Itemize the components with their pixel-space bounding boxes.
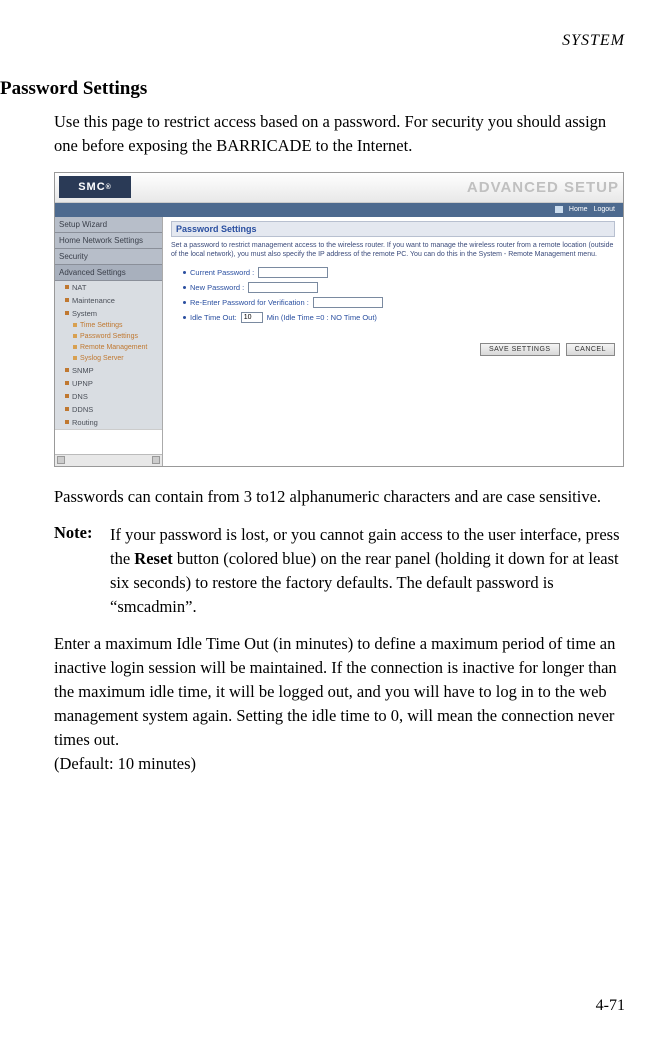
sidebar-item-security[interactable]: Security <box>55 249 162 265</box>
bullet-icon <box>65 394 69 398</box>
scroll-right-icon[interactable] <box>152 456 160 464</box>
ui-body: Setup Wizard Home Network Settings Secur… <box>55 217 623 466</box>
idle-timeout-label-post: Min (Idle Time =0 : NO Time Out) <box>267 313 377 322</box>
sidebar-sub2-password[interactable]: Password Settings <box>55 331 162 342</box>
scroll-left-icon[interactable] <box>57 456 65 464</box>
row-new-password: New Password : <box>183 282 615 293</box>
panel-description: Set a password to restrict management ac… <box>171 241 615 259</box>
sidebar: Setup Wizard Home Network Settings Secur… <box>55 217 163 466</box>
panel-title: Password Settings <box>171 221 615 237</box>
sidebar-sub-snmp[interactable]: SNMP <box>55 364 162 377</box>
home-link[interactable]: Home <box>569 206 588 213</box>
tri-icon <box>73 323 77 327</box>
note-block: Note: If your password is lost, or you c… <box>54 523 625 619</box>
bullet-icon <box>65 368 69 372</box>
sidebar-sub-ddns[interactable]: DDNS <box>55 403 162 416</box>
logo-text: SMC <box>78 181 105 193</box>
tri-icon <box>73 334 77 338</box>
bullet-icon <box>183 271 186 274</box>
password-rules-paragraph: Passwords can contain from 3 to12 alphan… <box>54 485 625 509</box>
bullet-icon <box>65 311 69 315</box>
new-password-input[interactable] <box>248 282 318 293</box>
section-title: Password Settings <box>0 78 625 100</box>
idle-timeout-label-pre: Idle Time Out: <box>190 313 237 322</box>
idle-timeout-input[interactable] <box>241 312 263 323</box>
row-verify-password: Re-Enter Password for Verification : <box>183 297 615 308</box>
sidebar-sub2-syslog[interactable]: Syslog Server <box>55 353 162 364</box>
bullet-icon <box>65 298 69 302</box>
tri-icon <box>73 356 77 360</box>
sidebar-item-home-network[interactable]: Home Network Settings <box>55 233 162 249</box>
current-password-label: Current Password : <box>190 268 254 277</box>
row-idle-timeout: Idle Time Out: Min (Idle Time =0 : NO Ti… <box>183 312 615 323</box>
sidebar-item-advanced[interactable]: Advanced Settings <box>55 265 162 281</box>
idle-timeout-default: (Default: 10 minutes) <box>54 754 196 773</box>
row-current-password: Current Password : <box>183 267 615 278</box>
bullet-icon <box>65 285 69 289</box>
sidebar-item-setup-wizard[interactable]: Setup Wizard <box>55 217 162 233</box>
sidebar-sub-nat[interactable]: NAT <box>55 281 162 294</box>
sidebar-sub-routing[interactable]: Routing <box>55 416 162 429</box>
idle-timeout-paragraph: Enter a maximum Idle Time Out (in minute… <box>54 632 625 776</box>
sidebar-sub-maintenance[interactable]: Maintenance <box>55 294 162 307</box>
running-header: SYSTEM <box>0 32 625 50</box>
button-row: SAVE SETTINGS CANCEL <box>171 343 615 356</box>
sidebar-sub-dns[interactable]: DNS <box>55 390 162 403</box>
cancel-button[interactable]: CANCEL <box>566 343 615 356</box>
idle-timeout-text: Enter a maximum Idle Time Out (in minute… <box>54 634 617 749</box>
content-panel: Password Settings Set a password to rest… <box>163 217 623 466</box>
sidebar-sub2-time[interactable]: Time Settings <box>55 320 162 331</box>
advanced-setup-label: ADVANCED SETUP <box>467 179 619 196</box>
current-password-input[interactable] <box>258 267 328 278</box>
intro-paragraph: Use this page to restrict access based o… <box>54 110 625 158</box>
note-label: Note: <box>54 523 110 619</box>
sidebar-spacer <box>55 429 162 454</box>
save-settings-button[interactable]: SAVE SETTINGS <box>480 343 560 356</box>
top-nav-bar: Home Logout <box>55 203 623 217</box>
verify-password-input[interactable] <box>313 297 383 308</box>
sidebar-scrollbar[interactable] <box>55 454 162 466</box>
logo-registered: ® <box>106 184 112 191</box>
bullet-icon <box>183 316 186 319</box>
sidebar-sub-system[interactable]: System <box>55 307 162 320</box>
note-body: If your password is lost, or you cannot … <box>110 523 625 619</box>
router-ui-screenshot: SMC® ADVANCED SETUP Home Logout Setup Wi… <box>54 172 624 467</box>
new-password-label: New Password : <box>190 283 244 292</box>
reset-bold: Reset <box>134 549 172 568</box>
bullet-icon <box>65 420 69 424</box>
sidebar-sub2-remote[interactable]: Remote Management <box>55 342 162 353</box>
smc-logo: SMC® <box>59 176 131 198</box>
tri-icon <box>73 345 77 349</box>
bullet-icon <box>65 407 69 411</box>
ui-header: SMC® ADVANCED SETUP <box>55 173 623 203</box>
home-icon <box>555 206 563 213</box>
logout-link[interactable]: Logout <box>594 206 615 213</box>
verify-password-label: Re-Enter Password for Verification : <box>190 298 309 307</box>
note-body-post: button (colored blue) on the rear panel … <box>110 549 619 616</box>
sidebar-sub-upnp[interactable]: UPNP <box>55 377 162 390</box>
bullet-icon <box>183 301 186 304</box>
page-number: 4-71 <box>596 997 625 1015</box>
bullet-icon <box>65 381 69 385</box>
bullet-icon <box>183 286 186 289</box>
